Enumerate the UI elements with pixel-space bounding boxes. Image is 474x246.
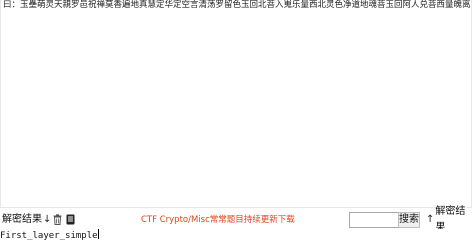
decode-down-button[interactable]: 解密结果 ↓ bbox=[2, 212, 51, 228]
toolbar: 解密结果 ↓ CTF Crypto/Misc常常题目持续更新下载 搜索 ↑ 解密… bbox=[0, 206, 474, 233]
search-button[interactable]: 搜索 bbox=[398, 212, 420, 228]
search-input[interactable] bbox=[349, 212, 401, 228]
text-caret bbox=[97, 229, 99, 239]
output-text: First_layer_simple bbox=[0, 231, 98, 241]
cipher-input-area[interactable]: 曰：玉壘萌灵天親罗邑祝禅莫香遍地真慧定华定空言清荡罗留色玉回北菩入嵬乐量西北灵色… bbox=[0, 0, 472, 208]
arrow-down-icon: ↓ bbox=[43, 214, 52, 225]
decode-up-button[interactable]: ↑ 解密结果 bbox=[426, 206, 474, 233]
output-text-line[interactable]: First_layer_simple bbox=[0, 229, 99, 243]
decoder-window: 曰：玉壘萌灵天親罗邑祝禅莫香遍地真慧定华定空言清荡罗留色玉回北菩入嵬乐量西北灵色… bbox=[0, 0, 474, 246]
arrow-up-icon: ↑ bbox=[426, 214, 435, 225]
trash-icon[interactable] bbox=[53, 214, 62, 225]
output-area[interactable]: First_layer_simple bbox=[0, 229, 474, 246]
decode-down-label: 解密结果 bbox=[2, 214, 42, 225]
copy-icon[interactable] bbox=[66, 214, 75, 225]
notice-text: CTF Crypto/Misc常常题目持续更新下载 bbox=[141, 215, 295, 225]
cipher-input-text[interactable]: 曰：玉壘萌灵天親罗邑祝禅莫香遍地真慧定华定空言清荡罗留色玉回北菩入嵬乐量西北灵色… bbox=[3, 0, 471, 11]
